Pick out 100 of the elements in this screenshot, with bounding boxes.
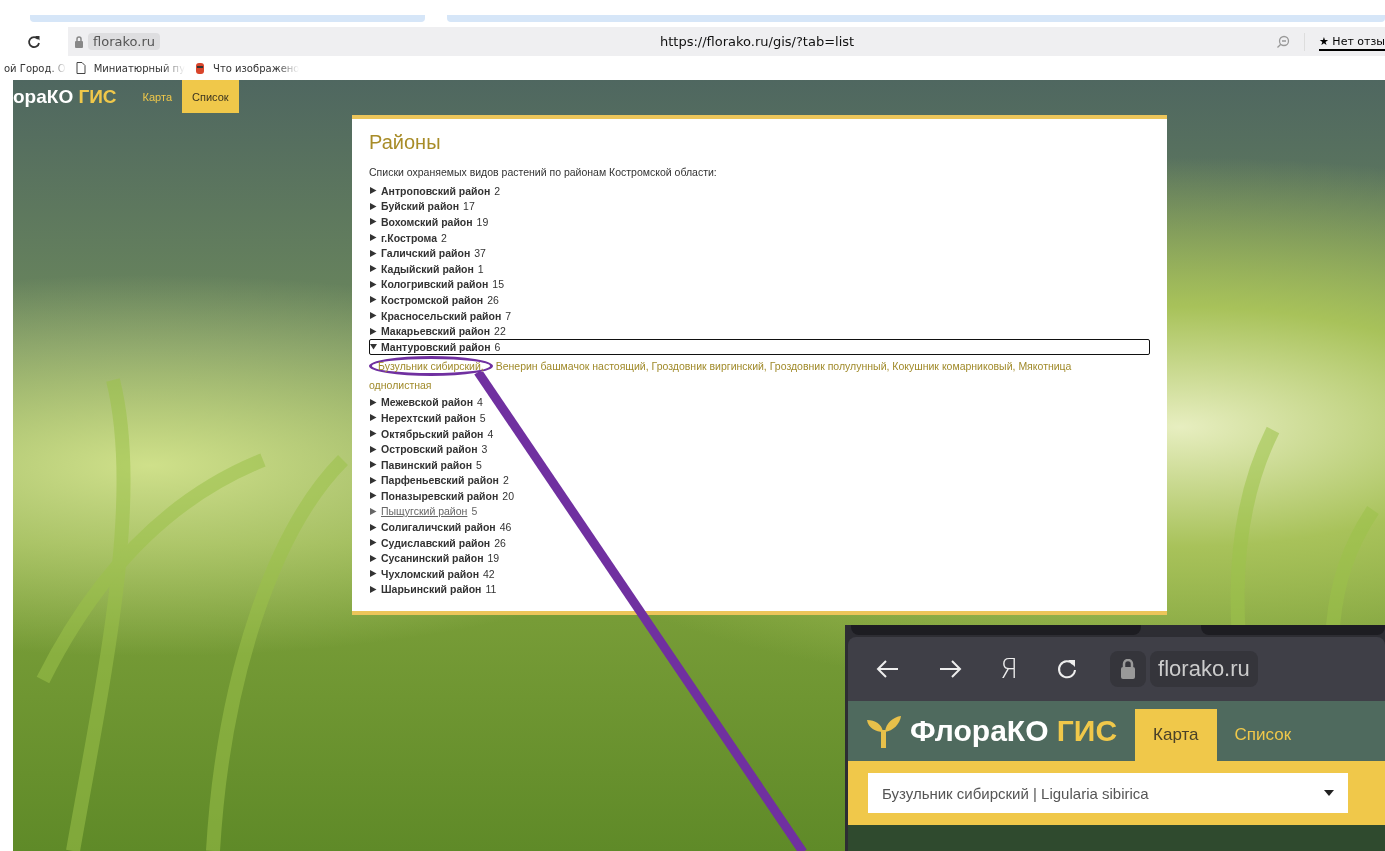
- intro-text: Списки охраняемых видов растений по районам Костромской области:: [369, 166, 718, 178]
- district-name: Мантуровский район: [381, 340, 491, 353]
- site-logo[interactable]: ораКО ГИС: [13, 85, 117, 108]
- district-name: Судиславский район: [381, 536, 491, 549]
- url-host: florako.ru: [1150, 651, 1258, 687]
- district-name: Павинский район: [381, 458, 473, 471]
- species-count: 4: [487, 427, 494, 440]
- species-count: 5: [479, 411, 486, 424]
- district-name: Кадыйский район: [381, 262, 474, 275]
- district-name: Нерехтский район: [381, 411, 476, 424]
- selected-species: Бузульник сибирский | Ligularia sibirica: [882, 784, 1149, 802]
- species-count: 5: [476, 458, 482, 471]
- nav-tab[interactable]: Список: [182, 80, 239, 113]
- yandex-logo[interactable]: Я: [1000, 654, 1019, 684]
- district-name: Островский район: [381, 443, 478, 456]
- dropdown-caret-icon: [1324, 790, 1334, 796]
- species-count: 46: [499, 521, 512, 534]
- page-icon: [75, 62, 86, 74]
- species-count: 22: [494, 325, 506, 338]
- species-count: 2: [494, 184, 501, 197]
- species-count: 15: [492, 278, 504, 291]
- district-item[interactable]: Солигаличский район 46: [369, 519, 1150, 535]
- district-item[interactable]: Поназыревский район 20: [369, 488, 1150, 504]
- district-name: Октябрьский район: [381, 427, 484, 440]
- district-name: Буйский район: [381, 200, 460, 213]
- district-name: г.Кострома: [381, 231, 438, 244]
- url-text: https://florako.ru/gis/?tab=list: [660, 34, 855, 49]
- district-item[interactable]: Павинский район 5: [369, 456, 1150, 473]
- back-arrow-icon[interactable]: [876, 659, 900, 679]
- district-name: Галичский район: [381, 247, 471, 260]
- district-item[interactable]: Вохомский район 19: [369, 214, 1150, 230]
- district-name: Красносельский район: [381, 309, 502, 322]
- species-count: 17: [463, 200, 475, 213]
- species-list: Бузульник сибирский, Венерин башмачок настоящий, Гроздовник виргинский, Гроздовник полулунный, Кокушник комарниковый, Мякотница однолистная: [369, 356, 1150, 395]
- reviews-button[interactable]: ★ Нет отзы: [1319, 32, 1385, 51]
- nav-tab[interactable]: Карта: [132, 80, 183, 113]
- district-item[interactable]: Нерехтский район 5: [369, 410, 1150, 426]
- district-name: Чухломский район: [381, 567, 479, 580]
- lock-icon: [1120, 659, 1137, 679]
- bookmark[interactable]: ой Город. О: [4, 62, 66, 74]
- district-name: Солигаличский район: [381, 521, 496, 534]
- url-host: florako.ru: [88, 33, 160, 50]
- district-name: Парфеньевский район: [381, 474, 499, 487]
- district-name: Поназыревский район: [381, 489, 499, 502]
- district-item[interactable]: Кадыйский район 1: [369, 260, 1150, 277]
- district-name: Макарьевский район: [381, 325, 491, 338]
- forward-arrow-icon[interactable]: [938, 659, 962, 679]
- species-count: 1: [477, 262, 484, 275]
- district-item[interactable]: Антроповский район 2: [369, 183, 1150, 199]
- district-item[interactable]: Шарьинский район 11: [369, 581, 1150, 598]
- district-item[interactable]: Октябрьский район 4: [369, 425, 1150, 442]
- site-logo[interactable]: ФлораКО ГИС: [910, 714, 1118, 748]
- district-item[interactable]: Кологривский район 15: [369, 276, 1150, 293]
- reload-icon[interactable]: [1056, 658, 1079, 680]
- district-item[interactable]: Островский район 3: [369, 441, 1150, 457]
- district-item[interactable]: Парфеньевский район 2: [369, 472, 1150, 489]
- species-count: 19: [487, 552, 500, 565]
- district-name: Шарьинский район: [381, 583, 482, 596]
- district-item[interactable]: Сусанинский район 19: [369, 550, 1150, 567]
- district-item[interactable]: Чухломский район 42: [369, 566, 1150, 582]
- district-name: Костромской район: [381, 293, 484, 306]
- mascot-icon: [195, 62, 206, 74]
- species-count: 26: [494, 536, 506, 549]
- collapsed-triangle-icon: [370, 508, 377, 515]
- nav-tab[interactable]: Карта: [1135, 709, 1217, 761]
- species-count: 26: [487, 293, 499, 306]
- species-count: 4: [477, 396, 483, 409]
- bookmark[interactable]: Миниатюрный пу: [93, 62, 186, 74]
- district-item[interactable]: Судиславский район 26: [369, 534, 1150, 551]
- species-count: 19: [476, 216, 489, 228]
- species-count: 37: [474, 247, 486, 260]
- district-name: Кологривский район: [381, 278, 489, 291]
- district-name: Антроповский район: [381, 184, 491, 197]
- species-count: 5: [471, 505, 478, 518]
- district-item[interactable]: Макарьевский район 22: [369, 323, 1150, 339]
- expanded-triangle-icon: [370, 343, 377, 351]
- district-item[interactable]: Мантуровский район 6: [369, 338, 1150, 355]
- district-item[interactable]: Красносельский район 7: [369, 307, 1150, 324]
- panel-title: Районы: [369, 131, 442, 154]
- district-name: Межевской район: [381, 396, 473, 409]
- district-item[interactable]: Пыщугский район 5: [369, 503, 1150, 520]
- species-select[interactable]: Бузульник сибирский | Ligularia sibirica: [868, 773, 1348, 813]
- species-count: 11: [485, 583, 497, 596]
- district-item[interactable]: Костромской район 26: [369, 292, 1150, 308]
- district-name: Пыщугский район: [381, 505, 468, 518]
- species-count: 42: [483, 567, 495, 580]
- district-name: Вохомский район: [381, 216, 473, 228]
- address-bar[interactable]: florako.ru https://florako.ru/gis/?tab=list ★ Нет отзы: [68, 27, 1385, 56]
- collapsed-triangle-icon: [370, 430, 377, 437]
- search-icon[interactable]: [1276, 34, 1290, 49]
- district-item[interactable]: Буйский район 17: [369, 198, 1150, 215]
- district-item[interactable]: Межевской район 4: [369, 394, 1150, 411]
- species-count: 6: [494, 340, 501, 353]
- sprout-icon: [866, 714, 902, 748]
- species-count: 2: [502, 474, 509, 487]
- district-item[interactable]: Галичский район 37: [369, 245, 1150, 261]
- district-item[interactable]: г.Кострома 2: [369, 229, 1150, 246]
- species-count: 7: [505, 309, 512, 322]
- nav-tab[interactable]: Список: [1216, 709, 1310, 761]
- reload-icon[interactable]: [27, 34, 41, 49]
